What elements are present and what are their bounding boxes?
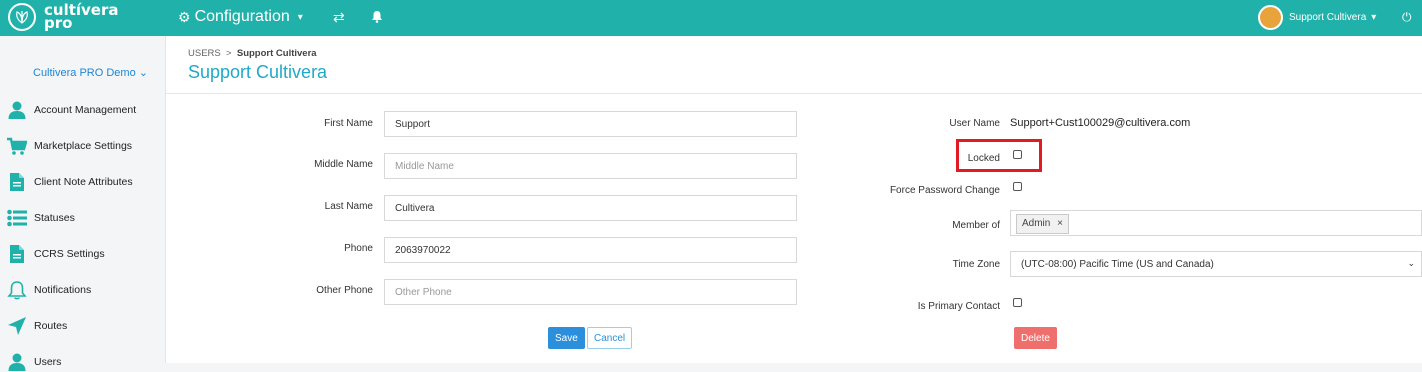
other-phone-input[interactable]: Other Phone — [384, 279, 797, 305]
breadcrumb-current: Support Cultivera — [236, 48, 317, 59]
top-bar: cultívera pro ⚙ Configuration ▾ ⇄ Suppor… — [0, 0, 1422, 36]
sidebar-item-users[interactable]: Users — [7, 352, 61, 372]
cancel-button[interactable]: Cancel — [587, 327, 633, 349]
sidebar-item-ccrs-settings[interactable]: CCRS Settings — [7, 244, 105, 264]
phone-label: Phone — [344, 243, 373, 254]
locked-checkbox[interactable] — [1013, 150, 1022, 159]
time-zone-select[interactable]: (UTC-08:00) Pacific Time (US and Canada)… — [1010, 251, 1422, 277]
org-name: Cultivera PRO Demo — [33, 67, 136, 79]
sidebar-item-label: CCRS Settings — [34, 248, 105, 260]
user-menu[interactable]: Support Cultivera ▾ — [1258, 5, 1376, 30]
cultivera-logo[interactable]: cultívera pro — [8, 3, 119, 31]
member-tag-label: Admin — [1022, 218, 1051, 229]
user-name-label: User Name — [949, 118, 1000, 129]
first-name-input[interactable]: Support — [384, 111, 797, 137]
is-primary-contact-checkbox[interactable] — [1013, 298, 1022, 307]
gears-icon: ⚙ — [178, 8, 191, 25]
document-icon — [10, 245, 24, 263]
sidebar-item-routes[interactable]: Routes — [7, 316, 67, 336]
avatar — [1258, 5, 1283, 30]
user-icon — [8, 353, 26, 371]
document-icon — [10, 173, 24, 191]
sidebar-item-account-management[interactable]: Account Management — [7, 100, 136, 120]
time-zone-label: Time Zone — [952, 259, 1000, 270]
other-phone-label: Other Phone — [316, 285, 373, 296]
member-of-label: Member of — [952, 220, 1000, 231]
user-name-value: Support+Cust100029@cultivera.com — [1010, 117, 1191, 129]
delete-button[interactable]: Delete — [1014, 327, 1057, 349]
page-header: USERS > Support Cultivera Support Cultiv… — [166, 36, 1422, 94]
bell-icon — [7, 281, 27, 300]
breadcrumb-root[interactable]: USERS — [188, 48, 221, 59]
sidebar: Cultivera PRO Demo ⌄ Account Management … — [0, 36, 166, 371]
last-name-label: Last Name — [324, 201, 373, 212]
power-icon[interactable]: ⏻ — [1402, 10, 1412, 25]
sidebar-item-notifications[interactable]: Notifications — [7, 280, 91, 300]
member-of-input[interactable] — [1010, 210, 1422, 236]
user-name-label: Support Cultivera — [1289, 12, 1367, 23]
chevron-down-icon: ▾ — [297, 11, 303, 23]
sidebar-item-label: Statuses — [34, 212, 75, 224]
page-title: Support Cultivera — [188, 62, 328, 82]
chevron-down-icon: ⌄ — [138, 67, 148, 79]
sidebar-item-label: Marketplace Settings — [34, 140, 133, 152]
user-form: First Name Support Middle Name Middle Na… — [166, 94, 1422, 363]
member-tag-admin[interactable]: Admin × — [1016, 214, 1069, 234]
time-zone-value: (UTC-08:00) Pacific Time (US and Canada) — [1021, 259, 1214, 270]
breadcrumb: USERS > Support Cultivera — [188, 48, 317, 59]
navigation-arrow-icon — [8, 317, 26, 335]
sidebar-item-label: Notifications — [34, 284, 92, 296]
phone-input[interactable]: 2063970022 — [384, 237, 797, 263]
sidebar-item-marketplace-settings[interactable]: Marketplace Settings — [7, 136, 132, 156]
remove-tag-icon[interactable]: × — [1057, 218, 1063, 229]
middle-name-label: Middle Name — [314, 159, 373, 170]
list-icon — [7, 209, 27, 227]
cart-icon — [7, 137, 27, 155]
chevron-down-icon: ▾ — [1371, 12, 1377, 23]
is-primary-contact-label: Is Primary Contact — [917, 301, 1000, 312]
first-name-label: First Name — [324, 118, 373, 129]
last-name-input[interactable]: Cultivera — [384, 195, 797, 221]
chevron-down-icon: ⌄ — [1407, 258, 1415, 268]
sidebar-item-label: Client Note Attributes — [34, 176, 133, 188]
exchange-arrows-icon[interactable]: ⇄ — [333, 9, 345, 26]
sidebar-item-label: Users — [34, 356, 62, 368]
user-icon — [8, 101, 26, 119]
sidebar-item-label: Routes — [34, 320, 68, 332]
locked-label: Locked — [967, 153, 1000, 164]
configuration-menu[interactable]: ⚙ Configuration ▾ — [178, 8, 303, 26]
save-button[interactable]: Save — [548, 327, 585, 349]
sidebar-item-client-note-attributes[interactable]: Client Note Attributes — [7, 172, 133, 192]
configuration-label: Configuration — [194, 8, 290, 25]
breadcrumb-separator: > — [226, 48, 232, 59]
org-switcher[interactable]: Cultivera PRO Demo ⌄ — [33, 66, 148, 79]
force-password-change-checkbox[interactable] — [1013, 182, 1022, 191]
sidebar-item-label: Account Management — [34, 104, 137, 116]
force-password-change-label: Force Password Change — [889, 185, 1000, 196]
middle-name-input[interactable]: Middle Name — [384, 153, 797, 179]
bell-icon[interactable] — [371, 10, 383, 26]
leaf-logo-icon — [8, 3, 36, 31]
sidebar-item-statuses[interactable]: Statuses — [7, 208, 75, 228]
